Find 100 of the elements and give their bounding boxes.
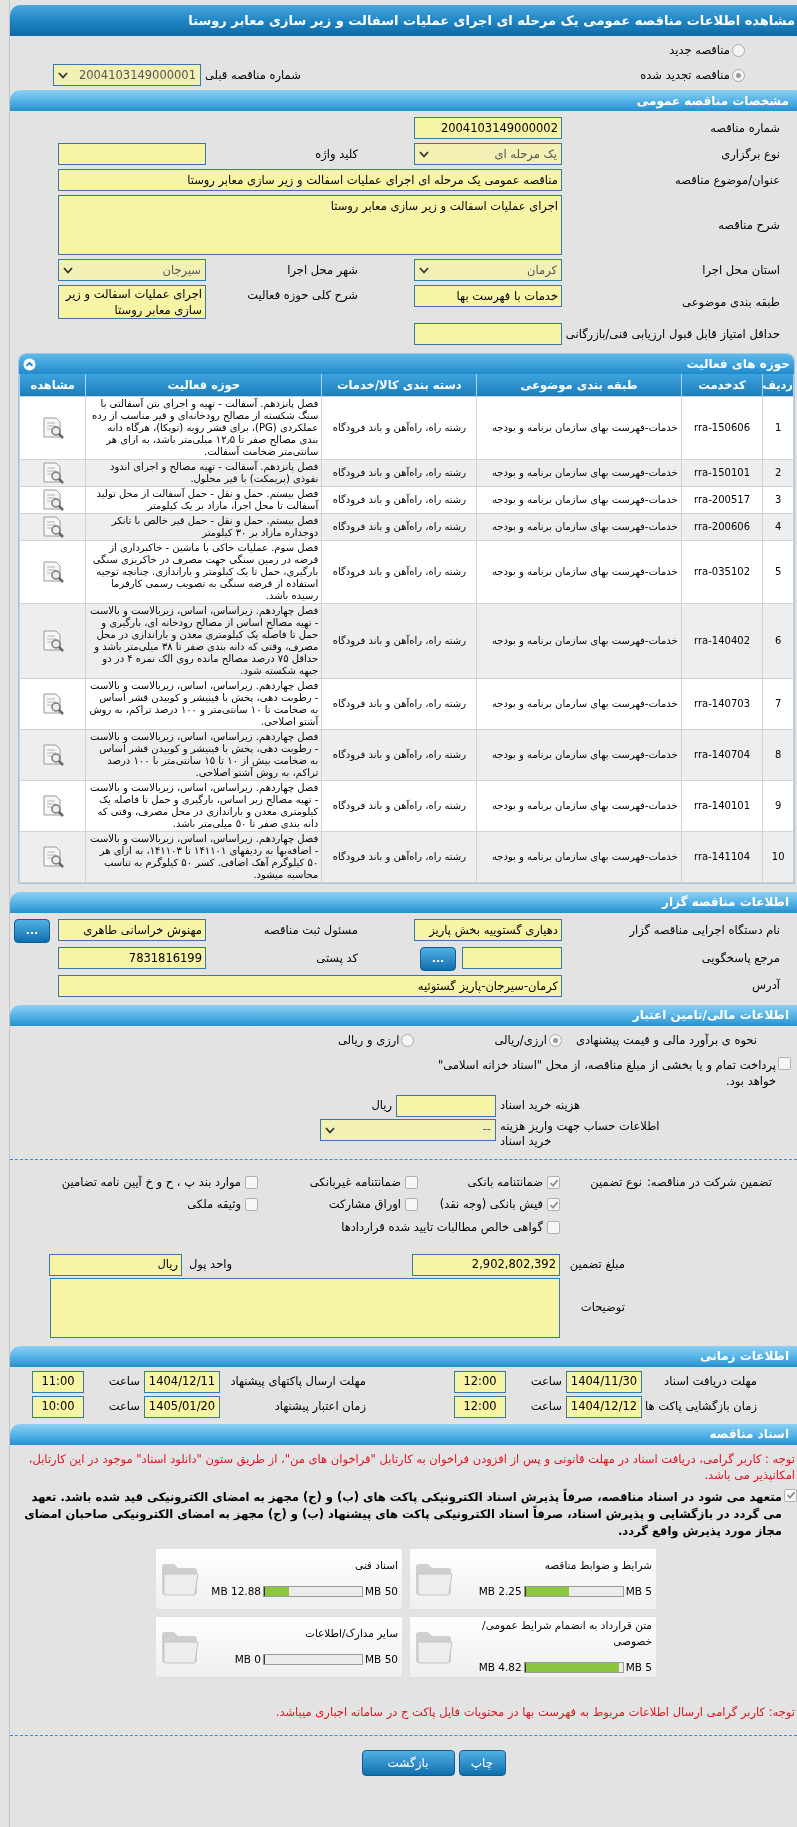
checkbox[interactable] (405, 1198, 418, 1212)
table-cell: rra-140703 (681, 678, 763, 730)
table-cell: rra-140101 (681, 780, 763, 832)
document-search-icon[interactable] (40, 691, 65, 716)
checkbox[interactable] (547, 1198, 560, 1212)
column-header: مشاهده (19, 374, 86, 397)
dropdown[interactable]: -- (320, 1119, 496, 1141)
table-cell: فصل چهاردهم. زیراساس، اساس، زیربالاست و بالاست - رطوبت دهی، پخش با فینیشر و کوبیدن قشر اساس به ضخامت تا ۱۰ سانتی‌متر و ۱۰۰ درصد تراکم، به روش آشتو اصلاحی. (85, 678, 322, 730)
field-label: مرجع پاسخگویی (700, 950, 780, 968)
checkbox[interactable] (778, 1057, 791, 1070)
text-area[interactable]: اجرای عملیات اسفالت و زیر سازی معابر روستا (58, 195, 562, 256)
file-title: شرایط و ضوابط مناقصه (544, 1558, 652, 1574)
text-field[interactable]: 7831816199 (58, 946, 206, 969)
text-field[interactable]: دهیاری گستوییه بخش پاریز (414, 918, 562, 941)
more-button[interactable]: ... (14, 918, 50, 943)
document-search-icon[interactable] (40, 487, 65, 512)
text-field[interactable] (462, 946, 562, 969)
radio-label: مناقصه تجدید شده (640, 66, 730, 84)
checkbox-label: وثیقه ملکی (187, 1196, 241, 1214)
table-cell: rra-150606 (681, 396, 763, 460)
date-field[interactable]: 1404/11/30 (566, 1370, 642, 1393)
field-label: کد پستی (315, 950, 358, 968)
date-field[interactable]: 1404/12/11 (144, 1370, 220, 1393)
chevron-down-icon (325, 1126, 335, 1134)
table-cell: رشته راه، راه‌آهن و باند فرودگاه (321, 831, 477, 883)
table-cell: رشته راه، راه‌آهن و باند فرودگاه (321, 459, 477, 487)
file-size: 0 MB (234, 1651, 261, 1667)
document-search-icon[interactable] (40, 559, 65, 584)
text-field[interactable]: 2,902,802,392 (412, 1253, 560, 1276)
time-field[interactable]: 12:00 (454, 1395, 506, 1418)
checkbox[interactable] (245, 1176, 258, 1190)
checkbox-label: پرداخت تمام و یا بخشی از مبلغ مناقصه، از محل "اسناد خزانه اسلامی" خواهد بود. (436, 1057, 776, 1089)
table-cell: فصل چهاردهم. زیراساس، اساس، زیربالاست و بالاست - اضافه‌بها به ردیفهای ۱۴۱۱۰۱ تا ۱۴۱۱۰۳، به ازای هر ۵۰ کیلوگرم آهک اضافی. کسر ۵۰ کیلوگرم به تناسب محاسبه میشود. (85, 831, 322, 883)
column-header: حوزه فعالیت (85, 374, 322, 397)
table-cell: فصل سوم. عملیات خاکی با ماشین - خاکبرداری از قرضه در زمین سنگی جهت مصرف در خاکریزی سنگی بارگیری، حمل تا یک کیلومتر و باراندازی. چنانچه توجیه استفاده از قرضه سنگی به تصویب رسمی کارفرما رسیده باشد. (85, 540, 322, 604)
text-field[interactable]: 2004103149000002 (414, 117, 562, 140)
radio-label: مناقصه جدید (669, 42, 730, 59)
text-field[interactable]: اجرای عملیات اسفالت و زیر سازی معابر روستا (58, 285, 206, 320)
file-title: متن قرارداد به انضمام شرایط عمومی/خصوصی (481, 1618, 652, 1650)
text-field[interactable]: ریال (49, 1253, 182, 1276)
field-label: زمان بازگشایی پاکت ها (644, 1398, 757, 1416)
dropdown[interactable]: یک مرحله ای (414, 143, 562, 166)
text-field[interactable] (414, 323, 562, 346)
table-cell: رشته راه، راه‌آهن و باند فرودگاه (321, 780, 477, 832)
text-field[interactable]: کرمان-سیرجان-پاریز گستوئیه (58, 974, 562, 997)
checkbox[interactable] (245, 1198, 258, 1212)
text-field[interactable]: مهنوش خراسانی طاهری (58, 918, 206, 941)
document-search-icon[interactable] (40, 844, 65, 869)
radio-button[interactable] (732, 68, 745, 82)
collapse-icon[interactable] (23, 357, 36, 371)
table-cell: رشته راه، راه‌آهن و باند فرودگاه (321, 678, 477, 730)
chevron-down-icon (63, 266, 73, 274)
table-cell: rra-200517 (681, 486, 763, 514)
date-field[interactable]: 1405/01/20 (144, 1395, 220, 1418)
radio-button[interactable] (732, 44, 745, 58)
text-field[interactable]: مناقصه عمومی یک مرحله ای اجرای عملیات اسفالت و زیر سازی معابر روستا (58, 169, 562, 192)
notice-text: توجه: کاربر گرامی ارسال اطلاعات مربوط به فهرست بها در محتویات فایل پاکت ج در سامانه اجباری میباشد. (274, 1703, 796, 1721)
checkbox[interactable] (547, 1176, 560, 1190)
document-search-icon[interactable] (40, 460, 65, 485)
dropdown[interactable]: 2004103149000001 (53, 64, 201, 87)
text-field[interactable] (58, 143, 206, 166)
time-field[interactable]: 11:00 (32, 1370, 84, 1393)
table-cell: رشته راه، راه‌آهن و باند فرودگاه (321, 603, 477, 679)
text-field[interactable]: خدمات با فهرست بها (414, 285, 562, 308)
table-cell: فصل بیستم. حمل و نقل - حمل آسفالت از محل تولید آسفالت تا محل اجرا، مازاد بر یک کیلومتر (85, 486, 322, 514)
dropdown[interactable]: سیرجان (58, 259, 206, 282)
document-search-icon[interactable] (40, 793, 65, 818)
time-field[interactable]: 12:00 (454, 1370, 506, 1393)
table-cell: فصل چهاردهم. زیراساس، اساس، زیربالاست و بالاست - تهیه مصالح اساس از مصالح رودخانه ای، بارگیری و حمل تا فاصله یک کیلومتری معدن و باراندازی در محل مصرف، وقتی که دانه بندی صفر تا ۳۸ میلی‌متر باشد و حداقل ۷۵ درصد مصالح مانده روی الک نمره ۴ در دو جبهه شکسته شود. (85, 603, 322, 679)
file-title: سایر مدارک/اطلاعات (305, 1626, 398, 1642)
chevron-down-icon (58, 71, 68, 79)
time-field[interactable]: 10:00 (32, 1395, 84, 1418)
checkbox[interactable] (784, 1488, 797, 1502)
field-label: آدرس (751, 977, 780, 995)
table-title: حوزه های فعالیت (686, 356, 790, 374)
field-label: حداقل امتیاز قابل قبول ارزیابی فنی/بازرگانی (564, 325, 780, 343)
document-search-icon[interactable] (40, 628, 65, 653)
field-label: مسئول ثبت مناقصه (262, 922, 358, 940)
document-search-icon[interactable] (40, 514, 65, 539)
field-label: تضمین شرکت در مناقصه: (645, 1174, 772, 1191)
back-button[interactable]: بازگشت (361, 1750, 455, 1776)
print-button[interactable]: چاپ (458, 1750, 506, 1776)
table-cell: 8 (762, 729, 794, 781)
radio-button[interactable] (401, 1033, 415, 1047)
date-field[interactable]: 1404/12/12 (566, 1395, 642, 1418)
dropdown[interactable]: کرمان (414, 259, 562, 282)
document-search-icon[interactable] (40, 742, 65, 767)
radio-button[interactable] (549, 1033, 562, 1047)
document-search-icon[interactable] (40, 415, 65, 440)
field-label: شهر محل اجرا (286, 261, 358, 279)
field-label: شماره مناقصه (709, 119, 780, 137)
size-limit: 50 MB (365, 1583, 398, 1599)
text-field[interactable] (396, 1095, 496, 1117)
checkbox[interactable] (547, 1220, 560, 1234)
more-button[interactable]: ... (420, 946, 456, 971)
file-size: 4.82 MB (478, 1659, 522, 1675)
checkbox-label: موارد بند پ ، ح و خ آیین نامه تضامین (61, 1174, 241, 1191)
checkbox[interactable] (405, 1176, 418, 1190)
text-area[interactable] (50, 1277, 560, 1338)
page-title: مشاهده اطلاعات مناقصه عمومی یک مرحله ای اجرای عملیات اسفالت و زیر سازی معابر روستا (10, 5, 797, 36)
